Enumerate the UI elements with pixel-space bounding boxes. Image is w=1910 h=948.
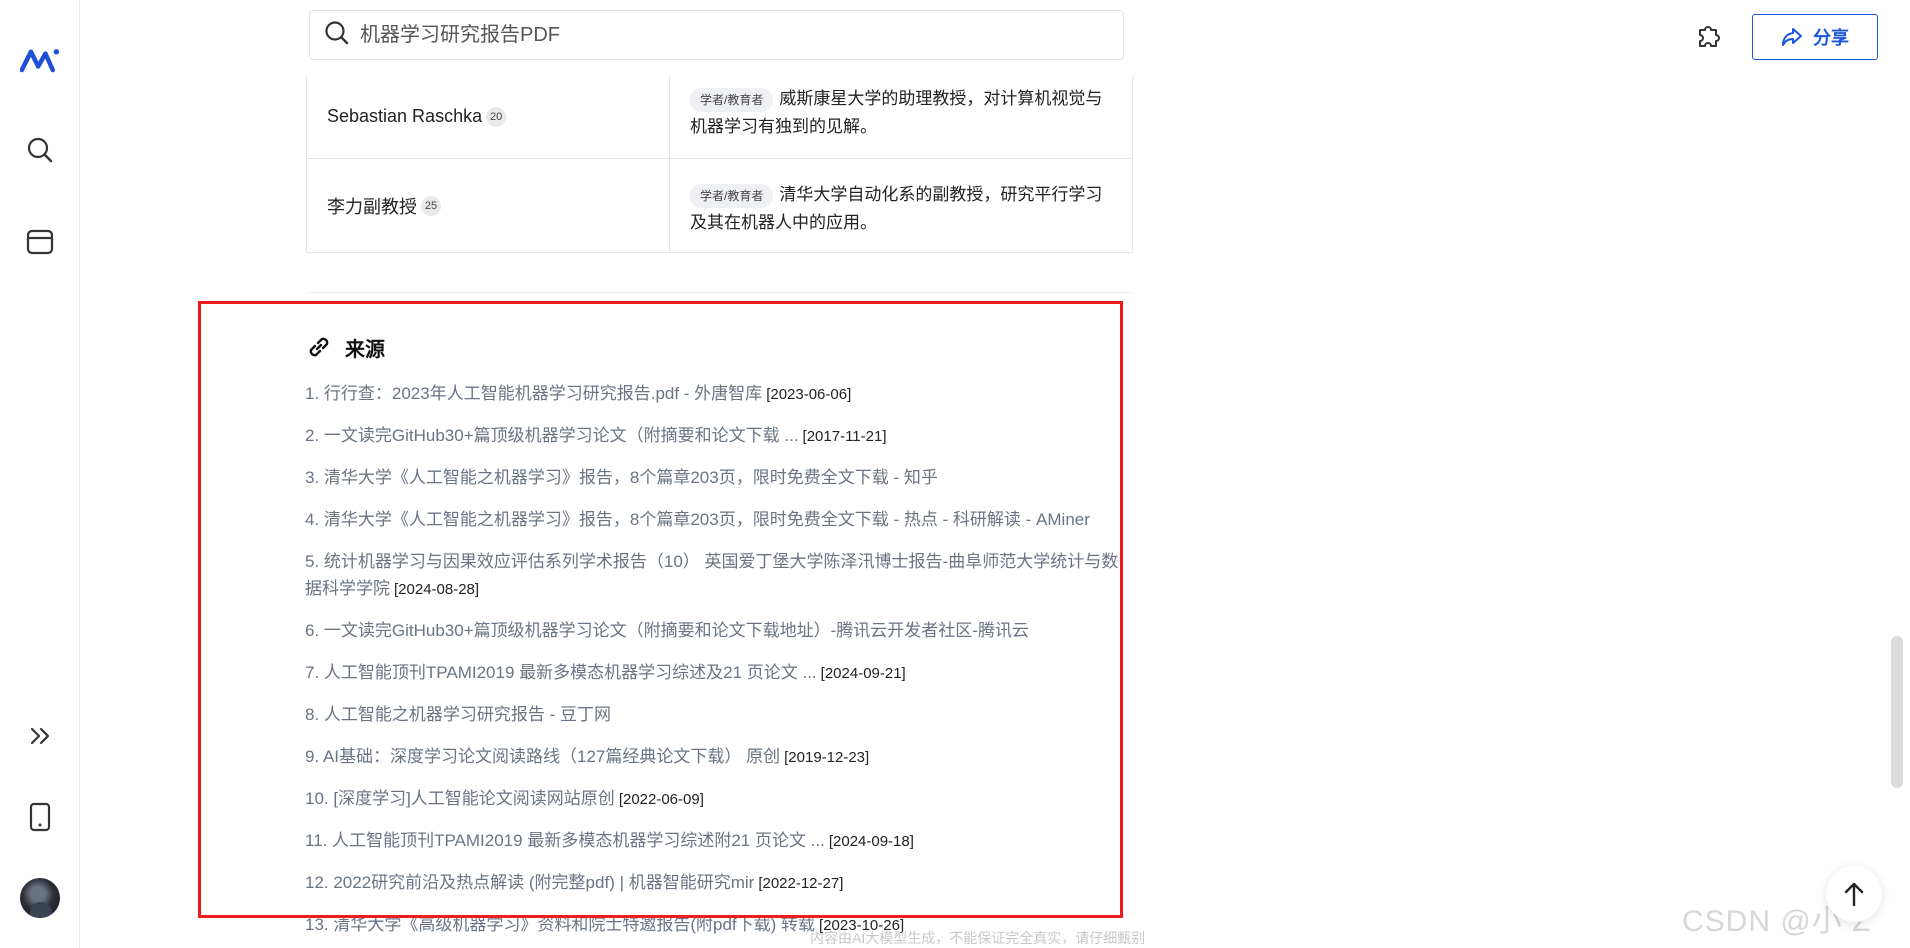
sources-list: 1. 行行查：2023年人工智能机器学习研究报告.pdf - 外唐智库 [2023… <box>305 380 1125 939</box>
source-link[interactable]: 1. 行行查：2023年人工智能机器学习研究报告.pdf - 外唐智库 [2023… <box>305 380 1125 408</box>
source-text[interactable]: 2. 一文读完GitHub30+篇顶级机器学习论文（附摘要和论文下载 ... <box>305 426 799 445</box>
share-button[interactable]: 分享 <box>1752 14 1878 60</box>
source-link[interactable]: 4. 清华大学《人工智能之机器学习》报告，8个篇章203页，限时免费全文下载 -… <box>305 506 1125 534</box>
source-text[interactable]: 10. [深度学习]人工智能论文阅读网站原创 <box>305 789 615 808</box>
scholars-table: Sebastian Raschka 20 学者/教育者 威斯康星大学的助理教授，对… <box>306 75 1133 253</box>
role-tag: 学者/教育者 <box>690 183 774 208</box>
source-text[interactable]: 9. AI基础：深度学习论文阅读路线（127篇经典论文下载） 原创 <box>305 747 780 766</box>
search-bar[interactable] <box>309 10 1124 60</box>
table-cell-desc: 学者/教育者 威斯康星大学的助理教授，对计算机视觉与机器学习有独到的见解。 <box>670 75 1132 158</box>
source-link[interactable]: 7. 人工智能顶刊TPAMI2019 最新多模态机器学习综述及21 页论文 ..… <box>305 659 1125 687</box>
source-text[interactable]: 12. 2022研究前沿及热点解读 (附完整pdf) | 机器智能研究mir <box>305 873 754 892</box>
source-text[interactable]: 6. 一文读完GitHub30+篇顶级机器学习论文（附摘要和论文下载地址）-腾讯… <box>305 621 1029 640</box>
source-date: [2024-08-28] <box>394 581 480 598</box>
count-badge[interactable]: 20 <box>486 106 507 127</box>
section-divider <box>306 292 1133 293</box>
source-link[interactable]: 5. 统计机器学习与因果效应评估系列学术报告（10） 英国爱丁堡大学陈泽汛博士报… <box>305 548 1125 603</box>
source-text[interactable]: 7. 人工智能顶刊TPAMI2019 最新多模态机器学习综述及21 页论文 ..… <box>305 663 817 682</box>
source-link[interactable]: 6. 一文读完GitHub30+篇顶级机器学习论文（附摘要和论文下载地址）-腾讯… <box>305 617 1125 645</box>
share-icon <box>1782 28 1802 46</box>
source-link[interactable]: 8. 人工智能之机器学习研究报告 - 豆丁网 <box>305 701 1125 729</box>
source-date: [2022-12-27] <box>758 875 844 892</box>
role-tag: 学者/教育者 <box>690 87 774 112</box>
source-text[interactable]: 4. 清华大学《人工智能之机器学习》报告，8个篇章203页，限时免费全文下载 -… <box>305 510 1090 529</box>
table-cell-desc: 学者/教育者 清华大学自动化系的副教授，研究平行学习及其在机器人中的应用。 <box>670 159 1132 252</box>
source-link[interactable]: 12. 2022研究前沿及热点解读 (附完整pdf) | 机器智能研究mir [2… <box>305 869 1125 897</box>
sources-header: 来源 <box>305 328 1125 366</box>
source-link[interactable]: 3. 清华大学《人工智能之机器学习》报告，8个篇章203页，限时免费全文下载 -… <box>305 464 1125 492</box>
left-sidebar <box>0 0 80 948</box>
search-input[interactable] <box>360 23 1060 47</box>
source-text[interactable]: 8. 人工智能之机器学习研究报告 - 豆丁网 <box>305 705 611 724</box>
double-chevron-right-icon[interactable] <box>20 716 60 756</box>
table-cell-name: Sebastian Raschka 20 <box>307 75 670 158</box>
source-text[interactable]: 1. 行行查：2023年人工智能机器学习研究报告.pdf - 外唐智库 <box>305 384 762 403</box>
scrollbar-thumb[interactable] <box>1891 636 1903 788</box>
arrow-up-icon <box>1844 882 1864 907</box>
table-row: Sebastian Raschka 20 学者/教育者 威斯康星大学的助理教授，对… <box>307 75 1132 159</box>
table-row: 李力副教授 25 学者/教育者 清华大学自动化系的副教授，研究平行学习及其在机器人… <box>307 159 1132 253</box>
link-icon <box>309 337 329 357</box>
ai-disclaimer: 内容由AI大模型生成，不能保证完全真实，请仔细甄别 <box>810 930 1146 946</box>
source-date: [2019-12-23] <box>784 749 870 766</box>
source-link[interactable]: 9. AI基础：深度学习论文阅读路线（127篇经典论文下载） 原创 [2019-1… <box>305 743 1125 771</box>
source-text[interactable]: 3. 清华大学《人工智能之机器学习》报告，8个篇章203页，限时免费全文下载 -… <box>305 468 938 487</box>
card-icon[interactable] <box>20 222 60 262</box>
source-date: [2022-06-09] <box>618 791 704 808</box>
source-date: [2024-09-21] <box>820 665 906 682</box>
sources-section: 来源 1. 行行查：2023年人工智能机器学习研究报告.pdf - 外唐智库 [2… <box>305 328 1125 948</box>
scholar-name: Sebastian Raschka <box>327 106 483 126</box>
source-link[interactable]: 11. 人工智能顶刊TPAMI2019 最新多模态机器学习综述附21 页论文 .… <box>305 827 1125 855</box>
scholar-name: 李力副教授 <box>327 196 417 217</box>
source-link[interactable]: 10. [深度学习]人工智能论文阅读网站原创 [2022-06-09] <box>305 785 1125 813</box>
sources-title: 来源 <box>345 338 385 361</box>
share-label: 分享 <box>1813 28 1849 48</box>
source-text[interactable]: 13. 清华大学《高级机器学习》资料和院士特邀报告(附pdf下载) 转载 <box>305 915 815 934</box>
puzzle-icon[interactable] <box>1689 16 1729 56</box>
source-link[interactable]: 2. 一文读完GitHub30+篇顶级机器学习论文（附摘要和论文下载 ... [2… <box>305 422 1125 450</box>
source-date: [2024-09-18] <box>828 833 914 850</box>
source-date: [2023-06-06] <box>766 386 852 403</box>
brand-logo-icon[interactable] <box>20 40 60 80</box>
phone-icon[interactable] <box>20 797 60 837</box>
search-icon <box>324 20 350 51</box>
avatar[interactable] <box>20 878 60 918</box>
table-cell-name: 李力副教授 25 <box>307 159 670 252</box>
back-to-top-button[interactable] <box>1826 866 1882 922</box>
scrollbar-track[interactable] <box>1890 0 1906 948</box>
source-text[interactable]: 11. 人工智能顶刊TPAMI2019 最新多模态机器学习综述附21 页论文 .… <box>305 831 825 850</box>
source-date: [2017-11-21] <box>802 428 887 445</box>
count-badge[interactable]: 25 <box>421 195 441 216</box>
search-icon[interactable] <box>20 130 60 170</box>
